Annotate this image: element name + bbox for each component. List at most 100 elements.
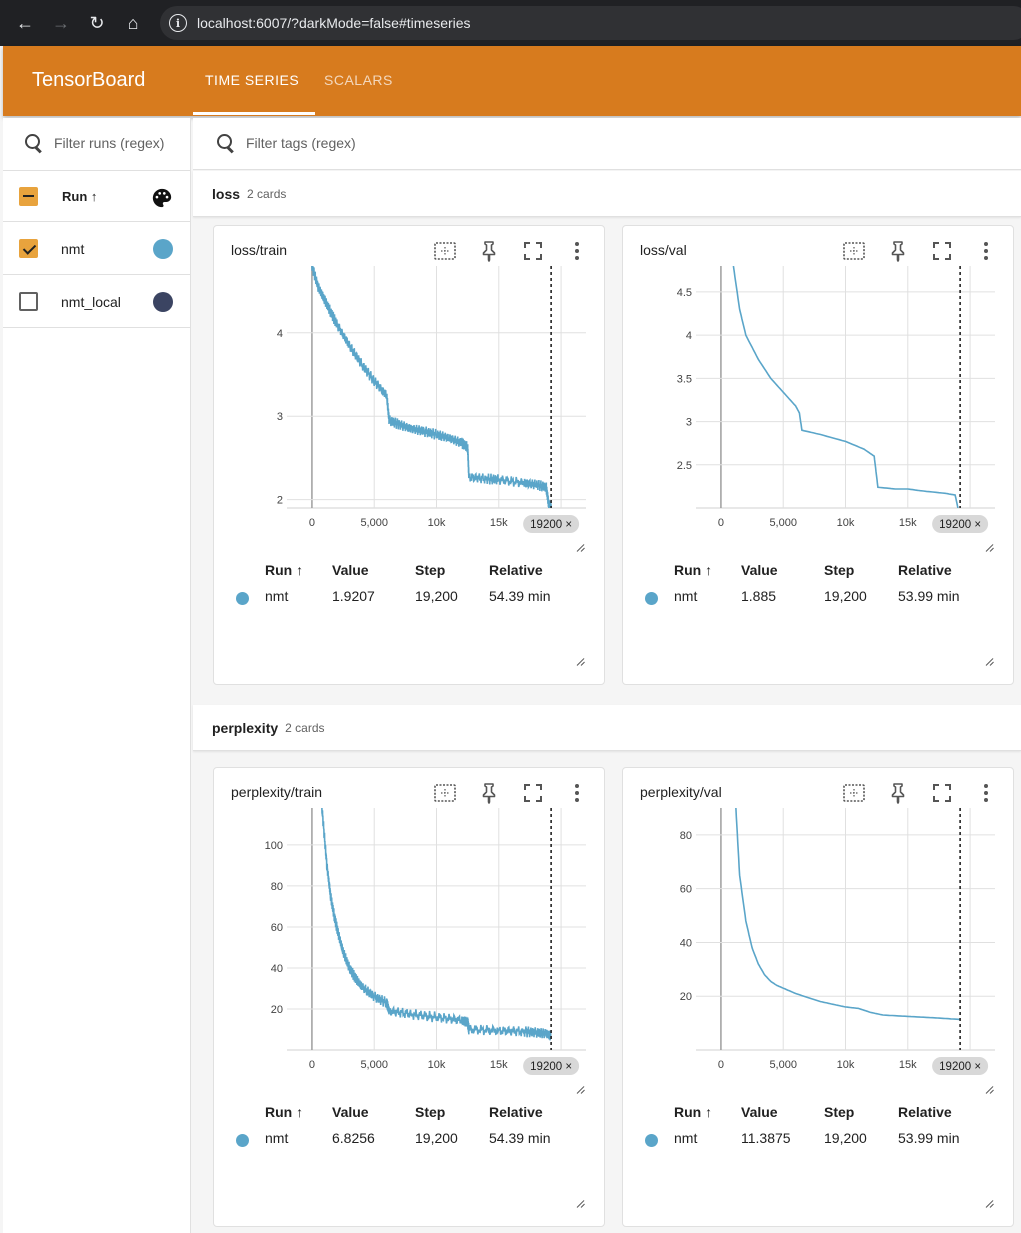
chart-resize-handle[interactable]	[577, 544, 585, 552]
x-tick-label: 15k	[490, 1059, 508, 1071]
fit-domain-icon[interactable]	[432, 780, 458, 806]
card-resize-handle[interactable]	[986, 1200, 994, 1208]
fullscreen-icon[interactable]	[929, 780, 955, 806]
run-row-nmt-local[interactable]: nmt_local	[3, 276, 191, 328]
reload-icon[interactable]: ↻	[79, 5, 115, 41]
runs-header-row: Run ↑	[3, 170, 191, 222]
section-card-count: 2 cards	[247, 186, 287, 201]
step-marker-label[interactable]: 19200 ×	[939, 519, 981, 531]
card-resize-handle[interactable]	[577, 658, 585, 666]
fit-domain-icon[interactable]	[432, 238, 458, 264]
palette-icon[interactable]	[151, 187, 173, 209]
step-marker-label[interactable]: 19200 ×	[530, 519, 572, 531]
y-tick-label: 40	[680, 937, 692, 949]
app-brand[interactable]: TensorBoard	[32, 69, 145, 92]
fullscreen-icon[interactable]	[520, 238, 546, 264]
legend-relative-header: Relative	[898, 1104, 952, 1120]
series-line-nmt	[732, 266, 959, 508]
run-checkbox-nmt-local[interactable]	[19, 292, 38, 311]
legend-relative-header: Relative	[898, 562, 952, 578]
legend-value-cell: 11.3875	[741, 1130, 791, 1146]
x-tick-label: 10k	[837, 1059, 855, 1071]
section-header-perplexity[interactable]: perplexity 2 cards	[193, 705, 1021, 751]
run-color-swatch[interactable]	[153, 291, 173, 312]
step-marker-chip[interactable]: 19200 ×	[523, 1057, 580, 1075]
fit-domain-icon[interactable]	[841, 238, 867, 264]
run-name: nmt_local	[61, 293, 121, 310]
chart-resize-handle[interactable]	[986, 1086, 994, 1094]
x-tick-label: 15k	[490, 517, 508, 529]
search-icon	[216, 133, 236, 153]
step-marker-chip[interactable]: 19200 ×	[932, 515, 989, 533]
tab-time-series[interactable]: TIME SERIES	[205, 72, 299, 88]
line-chart[interactable]: 2 3 4 0 5,000 10k 15k 19200 ×	[214, 266, 606, 538]
scalar-card: perplexity/val 20 40 60 80 0 5,000 10k 15k 19200 …	[622, 767, 1014, 1227]
run-checkbox-nmt[interactable]	[19, 239, 38, 258]
home-icon[interactable]: ⌂	[115, 5, 151, 41]
more-vert-icon[interactable]	[973, 780, 999, 806]
legend-run-header[interactable]: Run ↑	[674, 562, 712, 578]
legend-run-color-dot	[645, 1134, 658, 1147]
url-text[interactable]: localhost:6007/?darkMode=false#timeserie…	[197, 15, 471, 31]
runs-filter[interactable]: Filter runs (regex)	[24, 133, 164, 153]
series-line-nmt	[311, 266, 552, 508]
tab-scalars[interactable]: SCALARS	[324, 72, 393, 88]
fullscreen-icon[interactable]	[929, 238, 955, 264]
x-tick-label: 5,000	[360, 517, 388, 529]
section-header-loss[interactable]: loss 2 cards	[193, 171, 1021, 217]
y-tick-label: 3	[277, 411, 283, 423]
card-title: loss/train	[231, 242, 288, 258]
pin-icon[interactable]	[885, 238, 911, 264]
step-marker-label[interactable]: 19200 ×	[530, 1061, 572, 1073]
legend-run-header[interactable]: Run ↑	[265, 562, 303, 578]
select-all-checkbox[interactable]	[19, 186, 38, 206]
legend-value-header: Value	[741, 1104, 778, 1120]
line-chart[interactable]: 20 40 60 80 0 5,000 10k 15k 19200 ×	[623, 808, 1015, 1080]
pin-icon[interactable]	[476, 238, 502, 264]
fit-domain-icon[interactable]	[841, 780, 867, 806]
runs-filter-input[interactable]: Filter runs (regex)	[54, 135, 164, 151]
series-line-nmt	[735, 808, 961, 1021]
more-vert-icon[interactable]	[564, 238, 590, 264]
y-tick-label: 60	[680, 884, 692, 896]
legend-run-color-dot	[645, 592, 658, 605]
step-marker-chip[interactable]: 19200 ×	[932, 1057, 989, 1075]
legend-run-color-dot	[236, 592, 249, 605]
step-marker-label[interactable]: 19200 ×	[939, 1061, 981, 1073]
chart-resize-handle[interactable]	[577, 1086, 585, 1094]
y-tick-label: 3.5	[677, 373, 692, 385]
more-vert-icon[interactable]	[973, 238, 999, 264]
card-resize-handle[interactable]	[577, 1200, 585, 1208]
legend-run-header[interactable]: Run ↑	[265, 1104, 303, 1120]
x-tick-label: 10k	[428, 1059, 446, 1071]
line-chart[interactable]: 2.5 3 3.5 4 4.5 0 5,000 10k 15k 19200 ×	[623, 266, 1015, 538]
run-color-swatch[interactable]	[153, 238, 173, 259]
chart-resize-handle[interactable]	[986, 544, 994, 552]
x-tick-label: 0	[718, 1059, 724, 1071]
pin-icon[interactable]	[476, 780, 502, 806]
legend-relative-cell: 54.39 min	[489, 588, 551, 604]
legend-run-header[interactable]: Run ↑	[674, 1104, 712, 1120]
scalar-card: loss/val 2.5 3 3.5 4 4.5 0 5,000 10k 15k 19200 × Ru…	[622, 225, 1014, 685]
step-marker-chip[interactable]: 19200 ×	[523, 515, 580, 533]
section-name: perplexity	[212, 719, 279, 736]
fullscreen-icon[interactable]	[520, 780, 546, 806]
card-resize-handle[interactable]	[986, 658, 994, 666]
line-chart[interactable]: 20 40 60 80 100 0 5,000 10k 15k 19200 ×	[214, 808, 606, 1080]
tags-filter[interactable]: Filter tags (regex)	[216, 133, 356, 153]
site-info-icon[interactable]: i	[169, 14, 187, 32]
run-name: nmt	[61, 240, 85, 257]
tags-filter-input[interactable]: Filter tags (regex)	[246, 135, 356, 151]
y-tick-label: 4.5	[677, 287, 692, 299]
back-arrow-icon[interactable]: ←	[7, 5, 43, 41]
more-vert-icon[interactable]	[564, 780, 590, 806]
card-title: loss/val	[640, 242, 687, 258]
pin-icon[interactable]	[885, 780, 911, 806]
legend-value-cell: 1.885	[741, 588, 777, 604]
legend-run-cell: nmt	[265, 588, 289, 604]
run-row-nmt[interactable]: nmt	[3, 223, 191, 275]
legend-step-header: Step	[824, 1104, 855, 1120]
address-bar[interactable]: i localhost:6007/?darkMode=false#timeser…	[160, 6, 1021, 40]
forward-arrow-icon[interactable]: →	[43, 5, 79, 41]
run-sort-header[interactable]: Run ↑	[62, 189, 97, 204]
